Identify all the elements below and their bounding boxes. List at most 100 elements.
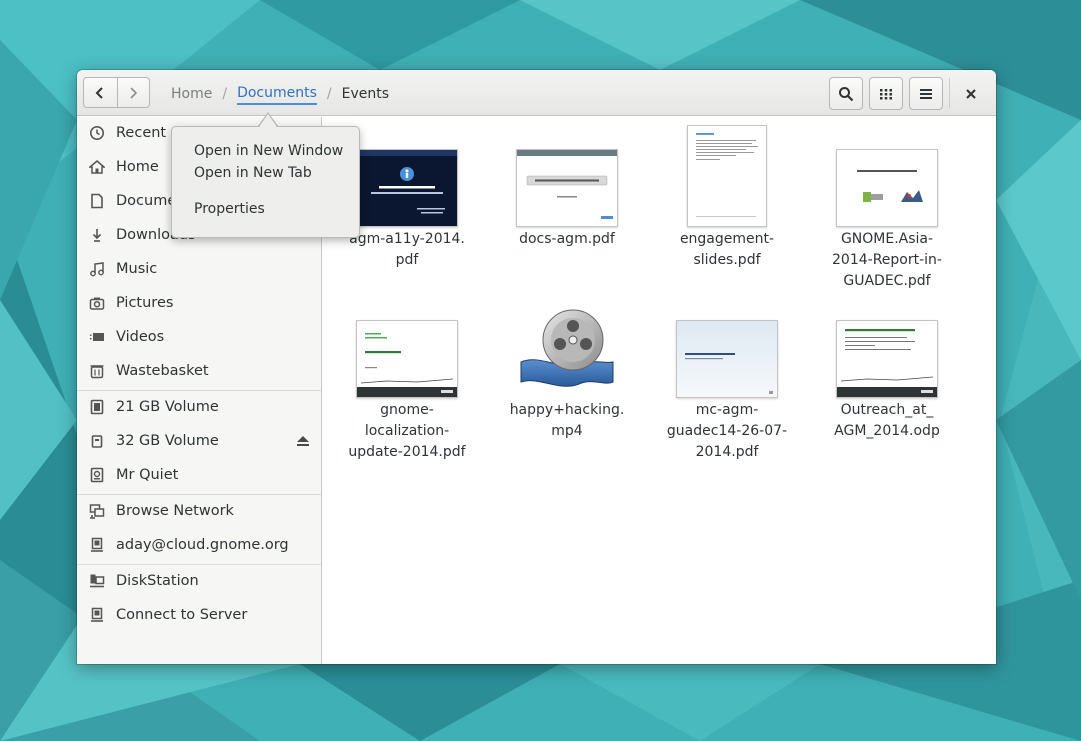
breadcrumb: Home / Documents / Events xyxy=(171,83,389,105)
file-name: happy+hacking. mp4 xyxy=(503,400,631,442)
file-thumbnail xyxy=(836,149,938,227)
file-name-line: 2014.pdf xyxy=(695,444,759,460)
sidebar-item-label: Browse Network xyxy=(116,503,234,519)
file-view: agm-a11y-2014. pdf docs-agm.pdf engageme… xyxy=(323,117,996,664)
sidebar-item-pictures[interactable]: Pictures xyxy=(77,287,321,321)
menu-item-properties[interactable]: Properties xyxy=(194,201,265,217)
file-name-line: GNOME.Asia- xyxy=(840,231,934,247)
eject-icon[interactable] xyxy=(296,434,310,448)
file-name: gnome- localization- update-2014.pdf xyxy=(343,400,471,463)
sidebar-item-32gb-volume[interactable]: 32 GB Volume xyxy=(77,425,321,459)
popover-arrow-fill xyxy=(259,114,277,127)
sidebar-item-connect-to-server[interactable]: Connect to Server xyxy=(77,599,321,633)
file-thumbnail xyxy=(356,320,458,398)
sidebar-item-21gb-volume[interactable]: 21 GB Volume xyxy=(77,391,321,425)
file-name-line: engagement- xyxy=(679,231,775,247)
navigation-buttons xyxy=(83,77,150,108)
file-item[interactable]: gnome- localization- update-2014.pdf xyxy=(343,288,471,478)
video-reel-icon xyxy=(520,309,614,387)
pdf-preview-image xyxy=(837,150,937,226)
sidebar-item-music[interactable]: Music xyxy=(77,253,321,287)
breadcrumb-context-menu: Open in New Window Open in New Tab Prope… xyxy=(171,126,360,238)
drive-icon xyxy=(90,399,104,415)
hamburger-menu-icon xyxy=(920,88,932,99)
header-bar: Home / Documents / Events xyxy=(77,70,996,116)
sidebar-item-diskstation[interactable]: DiskStation xyxy=(77,565,321,599)
go-forward-icon xyxy=(130,86,138,99)
breadcrumb-home[interactable]: Home xyxy=(171,86,212,102)
sidebar-item-label: Videos xyxy=(116,329,165,345)
sidebar-item-label: aday@cloud.gnome.org xyxy=(116,537,289,553)
file-thumbnail xyxy=(687,125,767,227)
sidebar-item-wastebasket[interactable]: Wastebasket xyxy=(77,355,321,389)
breadcrumb-documents[interactable]: Documents xyxy=(237,85,317,105)
back-button[interactable] xyxy=(84,78,117,107)
file-thumbnail xyxy=(836,320,938,398)
file-name-line: 2014-Report-in- xyxy=(832,252,942,268)
breadcrumb-separator: / xyxy=(326,86,332,102)
file-name-line: localization- xyxy=(364,423,450,439)
file-name-line: mp4 xyxy=(551,423,583,439)
forward-button[interactable] xyxy=(116,78,150,107)
sidebar-item-mr-quiet[interactable]: Mr Quiet xyxy=(77,459,321,493)
file-name-line: update-2014.pdf xyxy=(348,444,466,460)
menu-item-open-in-new-window[interactable]: Open in New Window xyxy=(194,143,343,159)
file-thumbnail xyxy=(516,149,618,227)
breadcrumb-events[interactable]: Events xyxy=(342,86,389,102)
file-name-line: gnome- xyxy=(380,402,434,418)
document-icon xyxy=(91,193,103,209)
pdf-preview-image xyxy=(357,321,457,397)
file-name-line: happy+hacking. xyxy=(509,402,625,418)
menu-button[interactable] xyxy=(909,77,943,110)
file-name-line: Outreach_at_ xyxy=(840,402,934,418)
menu-item-open-in-new-tab[interactable]: Open in New Tab xyxy=(194,165,312,181)
sidebar-item-label: Connect to Server xyxy=(116,607,248,623)
sidebar-item-label: 21 GB Volume xyxy=(116,399,219,415)
video-icon xyxy=(90,333,104,341)
pdf-preview-image xyxy=(517,150,617,226)
drive-icon xyxy=(90,467,104,483)
file-item[interactable]: Outreach_at_ AGM_2014.odp xyxy=(823,288,951,478)
close-button[interactable] xyxy=(959,82,983,106)
pdf-preview-image xyxy=(357,150,457,226)
close-icon xyxy=(966,89,976,99)
view-mode-button[interactable] xyxy=(869,77,903,110)
usb-drive-icon xyxy=(91,435,103,448)
grid-view-icon xyxy=(880,88,892,99)
file-item[interactable]: docs-agm.pdf xyxy=(503,117,631,307)
sidebar-item-label: Mr Quiet xyxy=(116,467,179,483)
search-button[interactable] xyxy=(829,77,863,110)
file-name-line: AGM_2014.odp xyxy=(834,423,940,439)
file-item[interactable]: happy+hacking. mp4 xyxy=(503,288,631,478)
pdf-preview-image xyxy=(677,321,777,397)
file-thumbnail xyxy=(676,320,778,398)
music-icon xyxy=(90,262,104,277)
sidebar-item-label: Recent xyxy=(116,125,167,141)
server-icon xyxy=(91,537,103,552)
file-item[interactable]: mc-agm- guadec14-26-07- 2014.pdf xyxy=(663,288,791,478)
network-icon xyxy=(89,504,105,519)
pdf-preview-image xyxy=(688,126,766,226)
presentation-preview-image xyxy=(837,321,937,397)
file-name-line: pdf xyxy=(395,252,419,268)
camera-icon xyxy=(89,297,105,310)
file-item[interactable]: agm-a11y-2014. pdf xyxy=(343,117,471,307)
clock-icon xyxy=(90,126,104,140)
sidebar-item-label: 32 GB Volume xyxy=(116,433,219,449)
header-divider xyxy=(949,78,950,108)
sidebar-item-label: DiskStation xyxy=(116,573,199,589)
sidebar-item-cloud-account[interactable]: aday@cloud.gnome.org xyxy=(77,529,321,563)
sidebar-item-browse-network[interactable]: Browse Network xyxy=(77,495,321,529)
file-name-line: slides.pdf xyxy=(693,252,761,268)
sidebar-item-videos[interactable]: Videos xyxy=(77,321,321,355)
file-name-line: guadec14-26-07- xyxy=(666,423,788,439)
go-back-icon xyxy=(95,86,103,99)
file-name: GNOME.Asia- 2014-Report-in- GUADEC.pdf xyxy=(823,229,951,292)
file-name: Outreach_at_ AGM_2014.odp xyxy=(823,400,951,442)
file-name-line: mc-agm- xyxy=(695,402,759,418)
network-server-icon xyxy=(90,574,105,588)
server-icon xyxy=(91,607,103,622)
file-item[interactable]: engagement- slides.pdf xyxy=(663,117,791,307)
file-item[interactable]: GNOME.Asia- 2014-Report-in- GUADEC.pdf xyxy=(823,117,951,307)
file-name: docs-agm.pdf xyxy=(503,229,631,250)
